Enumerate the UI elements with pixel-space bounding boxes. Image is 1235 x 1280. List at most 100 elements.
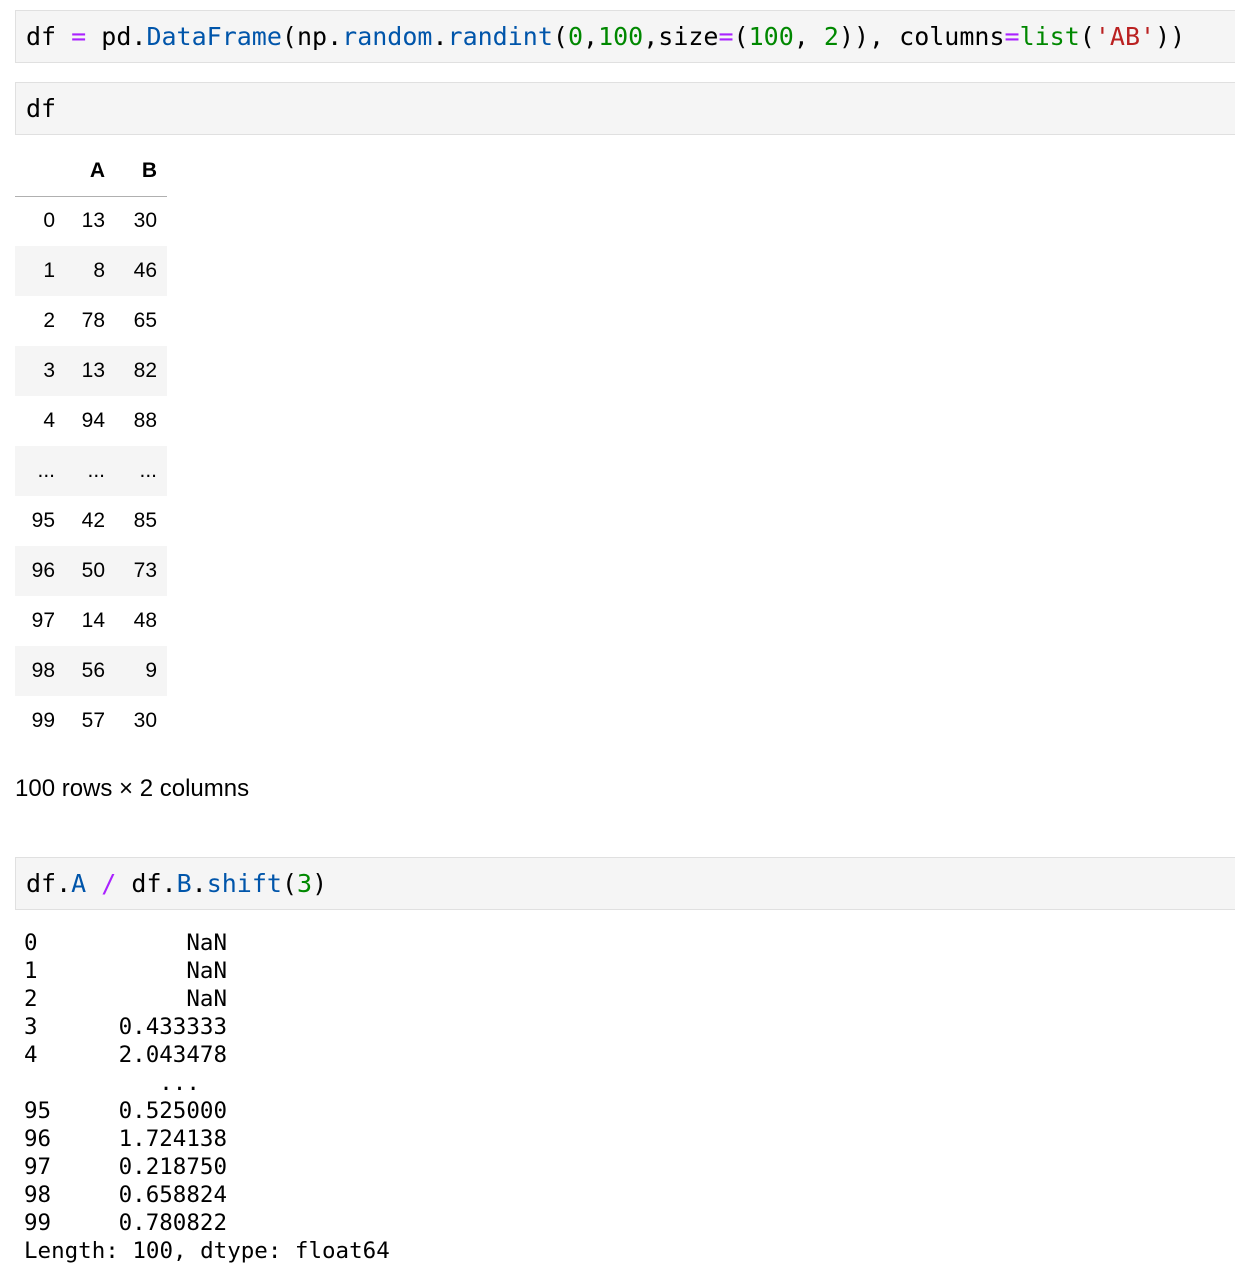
series-value: ... bbox=[159, 1070, 227, 1096]
row-index: ... bbox=[37, 459, 55, 482]
table-row: ......... bbox=[15, 446, 167, 496]
cell-a: 50 bbox=[81, 559, 105, 582]
row-index: 95 bbox=[31, 509, 55, 532]
series-row: 1 NaN bbox=[24, 957, 390, 985]
code-token: 100 bbox=[748, 22, 794, 51]
code-token: list bbox=[1019, 22, 1080, 51]
code-token: )), columns bbox=[838, 22, 1005, 51]
cell-b: 46 bbox=[133, 259, 157, 282]
row-index: 2 bbox=[43, 309, 55, 332]
table-body: 0 13 30 1 8 46 2 78 65 3 13 82 4 94 88......... 95 42 85 9… bbox=[15, 196, 167, 746]
row-index: 4 bbox=[43, 409, 55, 432]
series-index: 96 bbox=[24, 1126, 52, 1152]
column-header-a: A bbox=[67, 146, 117, 197]
series-value: 2.043478 bbox=[118, 1042, 227, 1068]
code-token: ,size bbox=[643, 22, 719, 51]
code-token: 'AB' bbox=[1094, 22, 1156, 51]
row-index: 0 bbox=[43, 209, 55, 233]
cell-a: 94 bbox=[81, 409, 105, 432]
cell-b: 30 bbox=[133, 209, 157, 233]
cell-a: 56 bbox=[81, 659, 105, 682]
series-row: 99 0.780822 bbox=[24, 1209, 390, 1237]
code-token: ( bbox=[281, 869, 298, 898]
cell-b: 9 bbox=[145, 659, 157, 682]
cell-a: 13 bbox=[81, 359, 105, 382]
code-token: 0 bbox=[567, 22, 583, 51]
table-row: 99 57 30 bbox=[15, 696, 167, 746]
code-token: ( bbox=[733, 22, 749, 51]
code-cell-series-division[interactable]: df. A / df. B. shift(3) bbox=[15, 857, 1235, 910]
series-value: 0.433333 bbox=[118, 1014, 227, 1040]
series-output: 0 NaN 1 NaN 2 NaN 3 0.433333 4 2.043478... 95 0.52… bbox=[24, 929, 390, 1265]
code-token: = bbox=[718, 22, 734, 51]
series-value: 0.658824 bbox=[118, 1182, 227, 1208]
table-row: 2 78 65 bbox=[15, 296, 167, 346]
series-value: 0.780822 bbox=[118, 1210, 227, 1236]
row-index: 99 bbox=[31, 709, 55, 732]
cell-b: 65 bbox=[133, 309, 157, 332]
series-index: 0 bbox=[24, 930, 38, 956]
code-token: shift bbox=[206, 869, 282, 898]
row-index: 1 bbox=[43, 259, 55, 282]
code-token: / bbox=[101, 869, 117, 898]
dataframe-output-table: A B 0 13 30 1 8 46 2 78 65 3 13 82 4 94 88......... 95 4… bbox=[15, 146, 167, 746]
code-token: 3 bbox=[297, 869, 313, 898]
table-row: 98 56 9 bbox=[15, 646, 167, 696]
series-value: 1.724138 bbox=[118, 1126, 227, 1152]
series-row: 2 NaN bbox=[24, 985, 390, 1013]
column-header-b: B bbox=[117, 146, 167, 197]
table-row: 0 13 30 bbox=[15, 196, 167, 246]
row-index: 97 bbox=[31, 609, 55, 632]
code-token: . bbox=[432, 22, 448, 51]
code-token: , bbox=[793, 22, 824, 51]
code-token: df bbox=[26, 94, 57, 123]
cell-a: 78 bbox=[81, 309, 105, 332]
series-row: 96 1.724138 bbox=[24, 1125, 390, 1153]
code-cell-display-df[interactable]: df bbox=[15, 82, 1235, 135]
code-token: , bbox=[583, 22, 599, 51]
series-row: ... bbox=[24, 1069, 390, 1097]
code-token: A bbox=[71, 869, 87, 898]
code-token: . bbox=[191, 869, 207, 898]
series-value: NaN bbox=[186, 930, 227, 956]
code-token: ( bbox=[552, 22, 568, 51]
code-token: ) bbox=[312, 869, 328, 898]
series-value: NaN bbox=[186, 986, 227, 1012]
series-value: 0.218750 bbox=[118, 1154, 227, 1180]
code-token: B bbox=[176, 869, 192, 898]
cell-a: 13 bbox=[81, 209, 105, 233]
table-row: 95 42 85 bbox=[15, 496, 167, 546]
series-index: 1 bbox=[24, 958, 38, 984]
series-row: 98 0.658824 bbox=[24, 1181, 390, 1209]
code-token: pd. bbox=[86, 22, 147, 51]
series-row: 0 NaN bbox=[24, 929, 390, 957]
table-row: 1 8 46 bbox=[15, 246, 167, 296]
cell-a: 8 bbox=[93, 259, 105, 282]
series-value: NaN bbox=[186, 958, 227, 984]
code-token: (np. bbox=[281, 22, 343, 51]
series-index: 4 bbox=[24, 1042, 38, 1068]
code-token: = bbox=[71, 22, 87, 51]
cell-b: 88 bbox=[133, 409, 157, 432]
code-token: random bbox=[342, 22, 433, 51]
series-row: 3 0.433333 bbox=[24, 1013, 390, 1041]
code-cell-create-dataframe[interactable]: df = pd. DataFrame (np. random. randint(0, 10… bbox=[15, 10, 1235, 63]
series-row: 97 0.218750 bbox=[24, 1153, 390, 1181]
row-index: 98 bbox=[31, 659, 55, 682]
series-index: 98 bbox=[24, 1182, 52, 1208]
dataframe-shape-text: 100 rows × 2 columns bbox=[15, 775, 250, 802]
cell-b: 73 bbox=[133, 559, 157, 582]
series-row: 95 0.525000 bbox=[24, 1097, 390, 1125]
code-token: df bbox=[26, 22, 57, 51]
series-index: 2 bbox=[24, 986, 38, 1012]
cell-a: ... bbox=[87, 459, 105, 482]
table-row: 4 94 88 bbox=[15, 396, 167, 446]
table-header-row: A B bbox=[15, 146, 167, 197]
series-index: 99 bbox=[24, 1210, 52, 1236]
code-token: )) bbox=[1155, 22, 1186, 51]
series-footer: Length: 100, dtype: float64 bbox=[24, 1238, 390, 1264]
series-index: 95 bbox=[24, 1098, 52, 1124]
series-index: 3 bbox=[24, 1014, 38, 1040]
